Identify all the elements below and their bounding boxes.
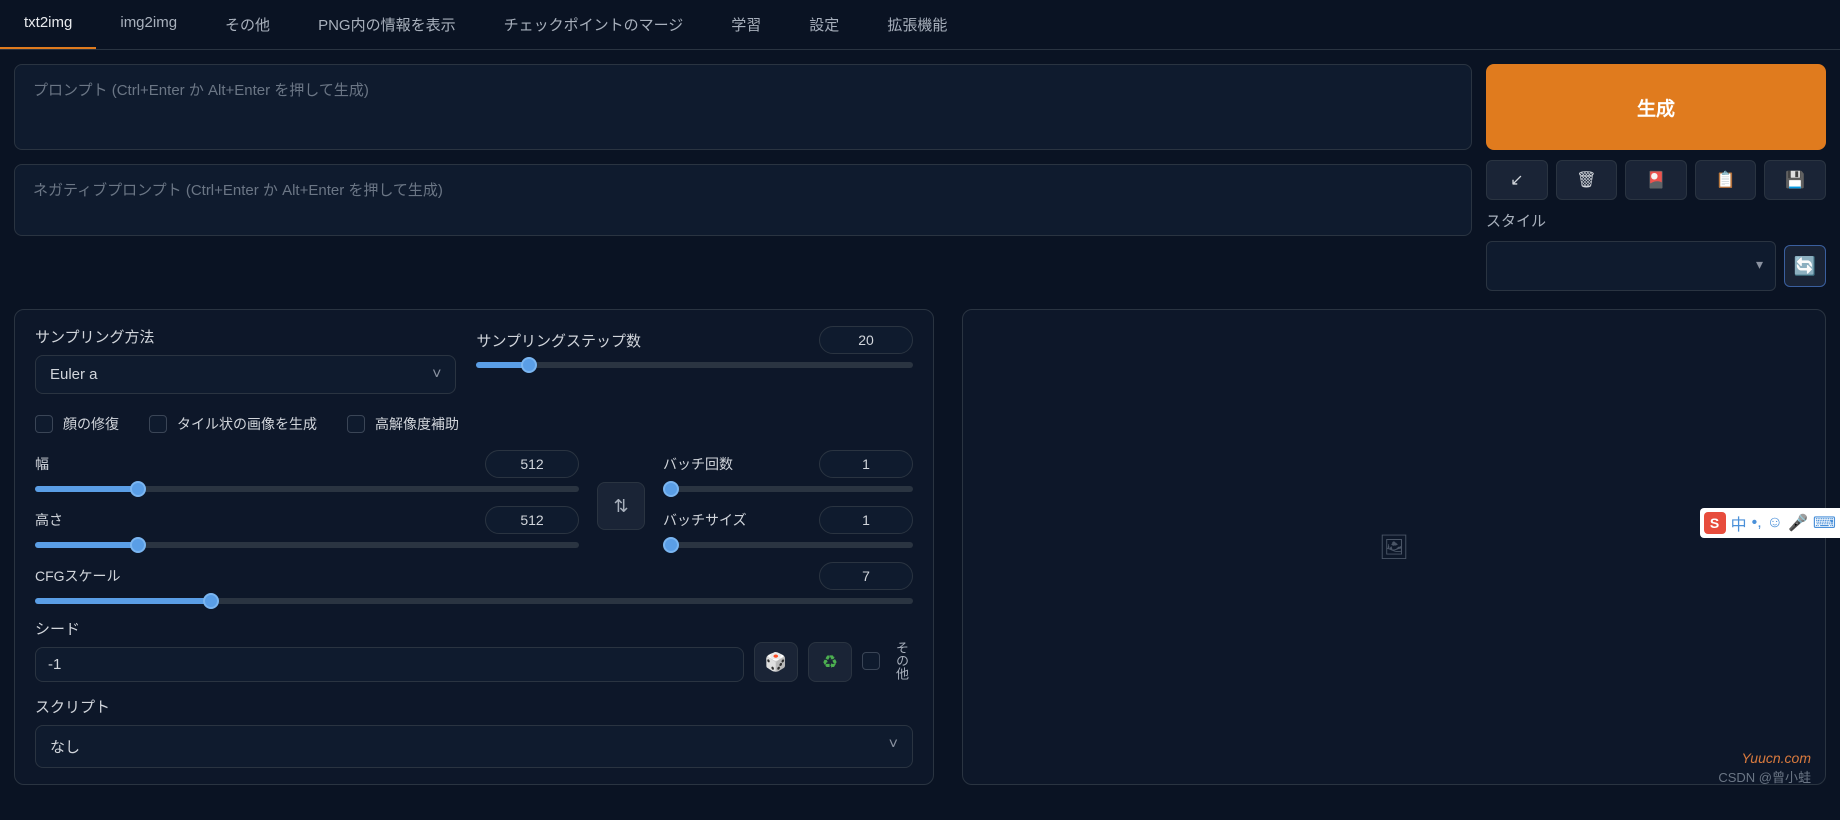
swap-dims-button[interactable]: ⇅ bbox=[597, 482, 645, 530]
restore-faces-checkbox[interactable]: 顔の修復 bbox=[35, 414, 119, 434]
cfg-input[interactable] bbox=[819, 562, 913, 590]
width-label: 幅 bbox=[35, 454, 49, 474]
output-panel: 🖼 Yuucn.com CSDN @曾小蛙 bbox=[962, 309, 1826, 785]
arrow-icon: ↙ bbox=[1510, 170, 1523, 190]
tab-merge[interactable]: チェックポイントのマージ bbox=[480, 0, 708, 49]
height-label: 高さ bbox=[35, 510, 63, 530]
watermark-yuucn: Yuucn.com bbox=[1741, 750, 1811, 766]
prompt-input[interactable] bbox=[14, 64, 1472, 150]
height-input[interactable] bbox=[485, 506, 579, 534]
ime-punct-icon[interactable]: •, bbox=[1752, 514, 1762, 532]
height-slider[interactable] bbox=[35, 542, 579, 548]
seed-label: シード bbox=[35, 618, 744, 639]
sampling-steps-slider[interactable] bbox=[476, 362, 913, 368]
save-icon: 💾 bbox=[1785, 170, 1805, 190]
sampling-steps-input[interactable] bbox=[819, 326, 913, 354]
sampling-method-label: サンプリング方法 bbox=[35, 326, 456, 347]
show-button[interactable]: 🎴 bbox=[1625, 160, 1687, 200]
clear-button[interactable]: 🗑 bbox=[1556, 160, 1618, 200]
hires-label: 高解像度補助 bbox=[375, 414, 459, 434]
sampling-method-select[interactable]: Euler a bbox=[35, 355, 456, 394]
card-icon: 🎴 bbox=[1646, 170, 1666, 190]
paste-button[interactable]: 📋 bbox=[1695, 160, 1757, 200]
hires-checkbox[interactable]: 高解像度補助 bbox=[347, 414, 459, 434]
trash-icon: 🗑 bbox=[1576, 170, 1596, 190]
batch-count-slider[interactable] bbox=[663, 486, 913, 492]
script-label: スクリプト bbox=[35, 696, 913, 717]
seed-input[interactable] bbox=[35, 647, 744, 682]
tab-extras[interactable]: その他 bbox=[201, 0, 294, 49]
tiling-checkbox[interactable]: タイル状の画像を生成 bbox=[149, 414, 317, 434]
style-label: スタイル bbox=[1486, 210, 1546, 231]
watermark-csdn: CSDN @曾小蛙 bbox=[1718, 767, 1811, 786]
batch-size-slider[interactable] bbox=[663, 542, 913, 548]
ime-logo-icon: S bbox=[1704, 512, 1726, 534]
save-style-button[interactable]: 💾 bbox=[1764, 160, 1826, 200]
ime-lang[interactable]: 中 bbox=[1731, 511, 1747, 535]
style-select[interactable] bbox=[1486, 241, 1776, 291]
ime-mic-icon[interactable]: 🎤 bbox=[1788, 513, 1808, 533]
seed-reuse-button[interactable]: ♻ bbox=[808, 642, 852, 682]
tab-img2img[interactable]: img2img bbox=[96, 0, 201, 49]
batch-count-label: バッチ回数 bbox=[663, 454, 733, 474]
ime-emoji-icon[interactable]: ☺ bbox=[1767, 514, 1783, 532]
script-select[interactable]: なし bbox=[35, 725, 913, 768]
settings-panel: サンプリング方法 Euler a サンプリングステップ数 顔の修復 タイル状の画… bbox=[14, 309, 934, 785]
tab-extensions[interactable]: 拡張機能 bbox=[863, 0, 971, 49]
generate-button[interactable]: 生成 bbox=[1486, 64, 1826, 150]
seed-extras-checkbox[interactable]: その他 bbox=[862, 639, 913, 682]
seed-random-button[interactable]: 🎲 bbox=[754, 642, 798, 682]
tiling-label: タイル状の画像を生成 bbox=[177, 414, 317, 434]
ime-keyboard-icon[interactable]: ⌨ bbox=[1813, 513, 1836, 533]
cfg-slider[interactable] bbox=[35, 598, 913, 604]
tab-txt2img[interactable]: txt2img bbox=[0, 0, 96, 49]
style-refresh-button[interactable]: 🔄 bbox=[1784, 245, 1826, 287]
width-input[interactable] bbox=[485, 450, 579, 478]
main-tabs: txt2img img2img その他 PNG内の情報を表示 チェックポイントの… bbox=[0, 0, 1840, 50]
image-placeholder-icon: 🖼 bbox=[1379, 533, 1409, 562]
batch-size-input[interactable] bbox=[819, 506, 913, 534]
tab-train[interactable]: 学習 bbox=[707, 0, 785, 49]
negative-prompt-input[interactable] bbox=[14, 164, 1472, 236]
seed-extras-label: その他 bbox=[890, 639, 913, 682]
tab-pnginfo[interactable]: PNG内の情報を表示 bbox=[294, 0, 480, 49]
swap-icon: ⇅ bbox=[613, 496, 628, 517]
ime-toolbar[interactable]: S 中 •, ☺ 🎤 ⌨ bbox=[1700, 508, 1840, 538]
refresh-icon: 🔄 bbox=[1794, 256, 1816, 277]
width-slider[interactable] bbox=[35, 486, 579, 492]
restore-faces-label: 顔の修復 bbox=[63, 414, 119, 434]
cfg-label: CFGスケール bbox=[35, 566, 121, 586]
batch-count-input[interactable] bbox=[819, 450, 913, 478]
recycle-icon: ♻ bbox=[822, 652, 838, 673]
clipboard-icon: 📋 bbox=[1716, 170, 1736, 190]
tab-settings[interactable]: 設定 bbox=[785, 0, 863, 49]
interrogate-button[interactable]: ↙ bbox=[1486, 160, 1548, 200]
sampling-steps-label: サンプリングステップ数 bbox=[476, 330, 641, 351]
batch-size-label: バッチサイズ bbox=[663, 510, 747, 530]
dice-icon: 🎲 bbox=[765, 652, 787, 673]
